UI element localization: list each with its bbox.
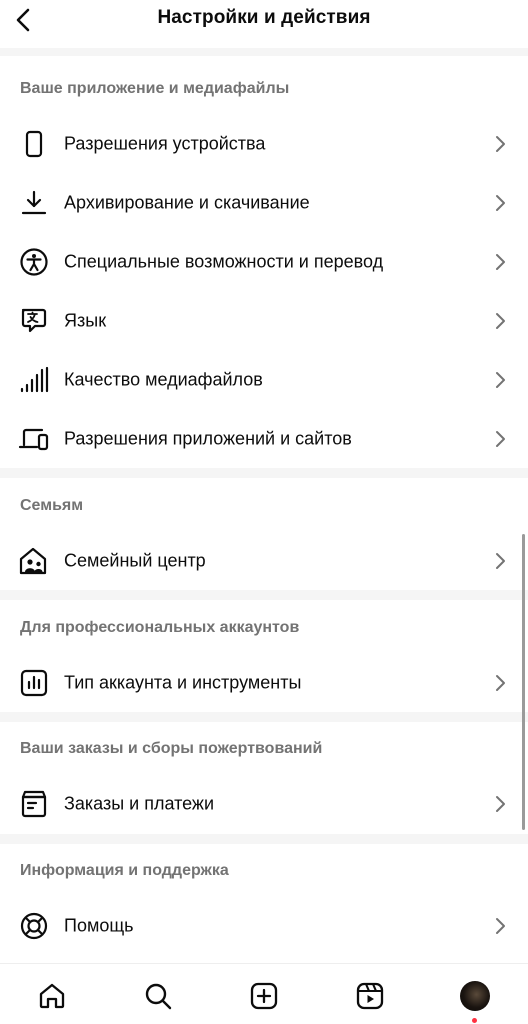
chevron-right-icon bbox=[492, 794, 508, 814]
nav-reels[interactable] bbox=[350, 976, 390, 1016]
lifebuoy-icon bbox=[18, 910, 50, 942]
section-divider bbox=[0, 468, 528, 478]
chevron-right-icon bbox=[492, 252, 508, 272]
row-label: Тип аккаунта и инструменты bbox=[64, 672, 302, 692]
row-media-quality[interactable]: Качество медиафайлов bbox=[0, 350, 528, 409]
row-label: Архивирование и скачивание bbox=[64, 192, 310, 212]
row-help[interactable]: Помощь bbox=[0, 896, 528, 955]
reels-icon bbox=[356, 982, 384, 1010]
chevron-right-icon bbox=[492, 916, 508, 936]
top-bar: Настройки и действия bbox=[0, 0, 528, 48]
create-icon bbox=[250, 982, 278, 1010]
section-title: Семьям bbox=[20, 497, 84, 514]
row-label: Язык bbox=[64, 310, 107, 330]
row-account-type-tools[interactable]: Тип аккаунта и инструменты bbox=[0, 653, 528, 712]
row-device-permissions[interactable]: Разрешения устройства bbox=[0, 114, 528, 173]
orders-box-icon bbox=[18, 788, 50, 820]
section-divider bbox=[0, 590, 528, 600]
section-support: Информация и поддержка Помощь bbox=[0, 844, 528, 963]
row-accessibility[interactable]: Специальные возможности и перевод bbox=[0, 232, 528, 291]
chevron-right-icon bbox=[492, 193, 508, 213]
accessibility-icon bbox=[18, 246, 50, 278]
scrollbar[interactable] bbox=[522, 534, 525, 830]
family-home-icon bbox=[18, 545, 50, 577]
section-divider bbox=[0, 48, 528, 56]
nav-search[interactable] bbox=[138, 976, 178, 1016]
settings-list[interactable]: Ваше приложение и медиафайлы Разрешения … bbox=[0, 48, 528, 963]
language-icon bbox=[18, 305, 50, 337]
row-label: Заказы и платежи bbox=[64, 793, 215, 813]
search-icon bbox=[145, 983, 172, 1010]
settings-screen: Настройки и действия Ваше приложение и м… bbox=[0, 0, 528, 1024]
signal-bars-icon bbox=[18, 364, 50, 396]
profile-avatar bbox=[460, 981, 490, 1011]
row-label: Семейный центр bbox=[64, 550, 206, 570]
chevron-right-icon bbox=[492, 673, 508, 693]
row-language[interactable]: Язык bbox=[0, 291, 528, 350]
section-app-media: Ваше приложение и медиафайлы Разрешения … bbox=[0, 56, 528, 468]
insights-icon bbox=[18, 667, 50, 699]
page-title: Настройки и действия bbox=[157, 7, 371, 28]
row-label: Разрешения устройства bbox=[64, 133, 266, 153]
row-label: Качество медиафайлов bbox=[64, 369, 263, 389]
nav-home[interactable] bbox=[32, 976, 72, 1016]
chevron-right-icon bbox=[492, 370, 508, 390]
row-label: Специальные возможности и перевод bbox=[64, 251, 384, 271]
row-orders-payments[interactable]: Заказы и платежи bbox=[0, 774, 528, 833]
chevron-right-icon bbox=[492, 551, 508, 571]
section-title: Информация и поддержка bbox=[20, 862, 229, 879]
bottom-nav bbox=[0, 963, 528, 1024]
section-title: Для профессиональных аккаунтов bbox=[20, 619, 300, 636]
chevron-right-icon bbox=[492, 429, 508, 449]
nav-create[interactable] bbox=[244, 976, 284, 1016]
phone-icon bbox=[18, 128, 50, 160]
section-professional: Для профессиональных аккаунтов Тип аккау… bbox=[0, 600, 528, 712]
row-archive-download[interactable]: Архивирование и скачивание bbox=[0, 173, 528, 232]
row-label: Помощь bbox=[64, 915, 134, 935]
download-icon bbox=[18, 187, 50, 219]
section-orders: Ваши заказы и сборы пожертвований Заказы… bbox=[0, 722, 528, 834]
row-label: Разрешения приложений и сайтов bbox=[64, 428, 352, 448]
chevron-right-icon bbox=[492, 134, 508, 154]
nav-profile[interactable] bbox=[455, 976, 495, 1016]
section-title: Ваши заказы и сборы пожертвований bbox=[20, 740, 323, 757]
section-title: Ваше приложение и медиафайлы bbox=[20, 80, 290, 97]
home-icon bbox=[39, 983, 65, 1009]
devices-icon bbox=[18, 423, 50, 455]
chevron-right-icon bbox=[492, 311, 508, 331]
row-family-center[interactable]: Семейный центр bbox=[0, 531, 528, 590]
section-divider bbox=[0, 712, 528, 722]
notification-dot bbox=[472, 1018, 477, 1023]
section-family: Семьям Семейный центр bbox=[0, 478, 528, 590]
section-divider bbox=[0, 834, 528, 844]
row-app-site-permissions[interactable]: Разрешения приложений и сайтов bbox=[0, 409, 528, 468]
